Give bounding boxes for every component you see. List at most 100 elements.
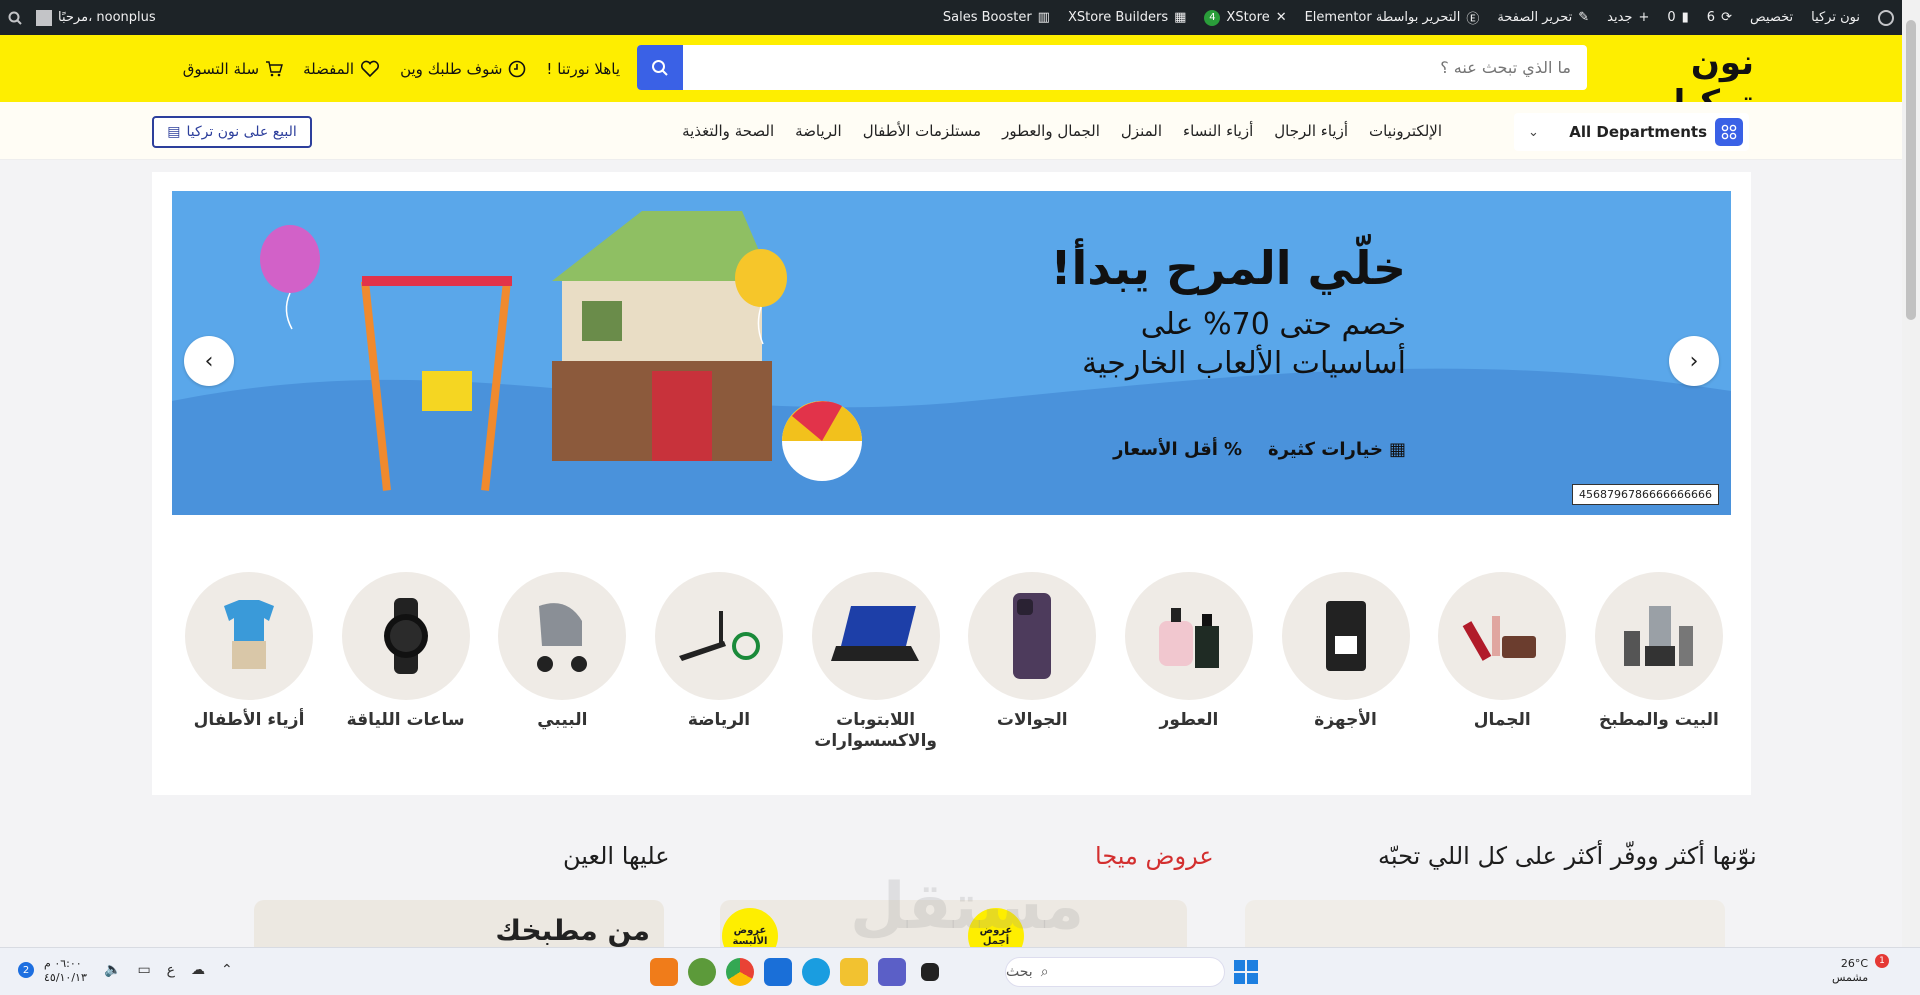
banner-line2: أساسيات الألعاب الخارجية <box>1082 346 1406 381</box>
search-icon[interactable] <box>8 11 22 25</box>
category-appliances[interactable]: الأجهزة <box>1281 572 1411 752</box>
main-offers-card[interactable] <box>1245 900 1725 950</box>
taskbar-clock[interactable]: ٠٦:٠٠ م ٤٥/١٠/١٣ <box>44 957 87 986</box>
weather-notification-badge: 1 <box>1875 954 1889 968</box>
departments-dropdown[interactable]: ⌄ All Departments <box>1514 113 1749 151</box>
admin-elementor[interactable]: Ⓔ التحرير بواسطة Elementor <box>1305 8 1480 27</box>
language-indicator[interactable]: ع <box>167 962 175 978</box>
departments-label: All Departments <box>1569 123 1707 141</box>
nav-link-health[interactable]: الصحة والتغذية <box>682 122 774 140</box>
windows-start-icon[interactable] <box>1234 960 1258 984</box>
treadmill-icon <box>654 572 783 700</box>
category-phones[interactable]: الجوالات <box>967 572 1097 752</box>
chevron-right-icon: › <box>1689 348 1699 374</box>
banner-headline: خلّي المرح يبدأ! <box>1050 241 1406 295</box>
page-scrollbar[interactable] <box>1902 0 1920 947</box>
taskbar-search[interactable]: ⌕ بحث <box>1005 957 1225 987</box>
grid-icon <box>1715 118 1743 146</box>
carousel-next-button[interactable]: › <box>1669 336 1719 386</box>
category-sports[interactable]: الرياضة <box>654 572 784 752</box>
laptop-icon <box>811 572 940 700</box>
chevron-up-icon[interactable]: ⌃ <box>221 962 233 978</box>
phone-icon <box>968 572 1097 700</box>
admin-new[interactable]: + جديد <box>1607 10 1649 25</box>
avatar <box>36 9 52 26</box>
admin-edit-page[interactable]: ✎ تحرير الصفحة <box>1497 10 1589 25</box>
category-baby[interactable]: البيبي <box>497 572 627 752</box>
main-card: خلّي المرح يبدأ! خصم حتى 70% على أساسيات… <box>152 172 1751 795</box>
file-explorer-icon[interactable] <box>840 958 868 986</box>
category-fitness-watches[interactable]: ساعات اللياقة <box>341 572 471 752</box>
xampp-app-icon[interactable] <box>650 958 678 986</box>
category-home-kitchen[interactable]: البيت والمطبخ <box>1594 572 1724 752</box>
cloud-icon[interactable]: ☁ <box>191 962 205 978</box>
scroll-thumb[interactable] <box>1906 20 1916 320</box>
wishlist-link[interactable]: المفضلة <box>303 60 380 78</box>
section-title-eye: عليها العين <box>563 842 670 870</box>
nav-link-sports[interactable]: الرياضة <box>795 122 842 140</box>
taskbar-apps <box>650 956 990 988</box>
store-app-icon[interactable] <box>764 958 792 986</box>
admin-comments[interactable]: ▮ 0 <box>1667 10 1688 25</box>
chevron-down-icon: ⌄ <box>1528 124 1539 140</box>
edge-icon[interactable] <box>802 958 830 986</box>
search-bar <box>637 45 1587 90</box>
boxes-icon: ▦ <box>1388 439 1406 460</box>
search-button[interactable] <box>637 45 683 90</box>
admin-xstore[interactable]: ✕ XStore 4 <box>1204 9 1287 26</box>
category-perfumes[interactable]: العطور <box>1124 572 1254 752</box>
store-icon: ▤ <box>167 124 181 140</box>
chevron-left-icon: ‹ <box>204 348 214 374</box>
nav-link-kids[interactable]: مستلزمات الأطفال <box>863 122 981 140</box>
admin-site-link[interactable]: نون تركيا <box>1811 10 1860 25</box>
weather-widget[interactable]: 26°C مشمس <box>1832 957 1868 986</box>
chart-icon: ▥ <box>1037 10 1050 25</box>
perfume-icon <box>1124 572 1253 700</box>
chrome-icon[interactable] <box>726 958 754 986</box>
admin-greeting[interactable]: مرحبًا، noonplus <box>36 9 156 26</box>
section-title-mega: عروض ميجا <box>1095 842 1214 870</box>
category-laptops[interactable]: اللابتوبات والاكسسوارات <box>811 572 941 752</box>
wp-logo-icon[interactable] <box>1878 9 1894 26</box>
category-beauty[interactable]: الجمال <box>1437 572 1567 752</box>
cart-icon <box>266 60 284 76</box>
banner-copy: خلّي المرح يبدأ! خصم حتى 70% على أساسيات… <box>926 241 1406 381</box>
refresh-icon: ⟳ <box>1721 10 1732 25</box>
category-kids-fashion[interactable]: أزياء الأطفال <box>184 572 314 752</box>
track-order-link[interactable]: شوف طلبك وين <box>400 60 526 78</box>
admin-updates[interactable]: ⟳ 6 <box>1707 10 1732 25</box>
notification-icon[interactable]: 2 <box>18 962 34 978</box>
nav-link-beauty[interactable]: الجمال والعطور <box>1002 122 1100 140</box>
section-title-main: نوّنها أكثر ووفّر أكثر على كل اللي تحبّه <box>1378 842 1757 870</box>
pencil-icon: ✎ <box>1578 10 1590 25</box>
nav-link-home[interactable]: المنزل <box>1121 122 1162 140</box>
carousel-prev-button[interactable]: ‹ <box>184 336 234 386</box>
admin-customize[interactable]: تخصيص <box>1750 10 1793 25</box>
xstore-badge: 4 <box>1204 9 1221 26</box>
banner-features: ▦ خيارات كثيرة % أقل الأسعار <box>1113 439 1406 460</box>
search-input[interactable] <box>683 45 1587 90</box>
feature-low-prices: % أقل الأسعار <box>1113 439 1243 460</box>
os-taskbar: ٠٦:٠٠ م ٤٥/١٠/١٣ 2 🔈 ▭ ع ☁ ⌃ ⌕ بحث 26°C … <box>0 947 1920 995</box>
cart-link[interactable]: سلة التسوق <box>183 60 284 78</box>
admin-xstore-builders[interactable]: ▦ XStore Builders <box>1068 10 1186 25</box>
playhouse-illustration <box>361 211 862 491</box>
terminal-icon[interactable] <box>921 963 939 981</box>
nav-link-men[interactable]: أزياء الرجال <box>1274 122 1348 140</box>
system-tray: 🔈 ▭ ع ☁ ⌃ <box>104 962 233 978</box>
teams-icon[interactable] <box>878 958 906 986</box>
network-icon[interactable]: ▭ <box>137 962 150 978</box>
nav-link-women[interactable]: أزياء النساء <box>1183 122 1253 140</box>
balloon-pink-icon <box>260 225 320 330</box>
watermark: مستقل <box>850 870 1085 944</box>
site-logo[interactable]: نون تركيا <box>1602 43 1754 123</box>
hero-banner[interactable]: خلّي المرح يبدأ! خصم حتى 70% على أساسيات… <box>172 191 1731 515</box>
kitchen-card[interactable]: من مطبخك <box>254 900 664 950</box>
discount-icon: % <box>1223 439 1243 460</box>
nav-link-electronics[interactable]: الإلكترونيات <box>1369 122 1442 140</box>
app-icon-green[interactable] <box>688 958 716 986</box>
admin-sales-booster[interactable]: ▥ Sales Booster <box>943 10 1050 25</box>
heart-icon <box>361 60 380 77</box>
sell-button[interactable]: البيع على نون تركيا ▤ <box>152 116 312 148</box>
volume-icon[interactable]: 🔈 <box>104 962 121 978</box>
